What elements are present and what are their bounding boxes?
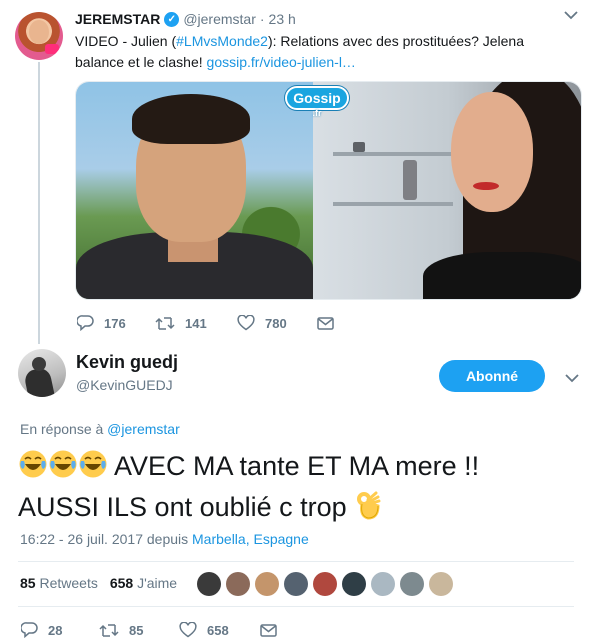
person-top (423, 252, 581, 299)
liker-avatars (197, 572, 453, 596)
divider (18, 561, 574, 562)
heart-icon (179, 622, 197, 638)
reply-prefix: En réponse à (20, 421, 108, 437)
author-handle[interactable]: @KevinGUEDJ (76, 377, 173, 393)
like-count: 780 (265, 315, 287, 331)
avatar-accessory (45, 44, 59, 54)
liker-avatar[interactable] (371, 572, 395, 596)
media-photo-left (76, 82, 313, 299)
following-button[interactable]: Abonné (439, 360, 545, 392)
tweet-text-line: AVEC MA tante ET MA mere !! (18, 448, 578, 489)
tweet-text-segment: AVEC MA tante ET MA mere !! (114, 451, 480, 481)
liker-avatar[interactable] (226, 572, 250, 596)
hashtag-link[interactable]: #LMvsMonde2 (176, 33, 268, 49)
face-with-tears-of-joy-emoji (18, 449, 48, 489)
location-link[interactable]: Marbella, Espagne (192, 531, 309, 547)
retweets-stat[interactable]: 85 Retweets (20, 575, 98, 591)
liker-avatar[interactable] (313, 572, 337, 596)
likes-stat-count: 658 (109, 575, 134, 591)
reply-icon (21, 622, 38, 638)
retweet-button[interactable]: 85 (99, 623, 179, 638)
shelf (333, 152, 453, 156)
liker-avatar[interactable] (342, 572, 366, 596)
article-link[interactable]: gossip.fr/video-julien-l… (207, 54, 356, 70)
likes-stat-label: J'aime (137, 575, 178, 591)
retweet-count: 141 (185, 315, 207, 331)
retweet-icon (99, 623, 119, 637)
liker-avatar[interactable] (400, 572, 424, 596)
verified-badge-icon: ✓ (164, 11, 180, 27)
envelope-icon (317, 316, 334, 330)
shelf (333, 202, 453, 206)
person-hair (132, 94, 250, 144)
author-handle[interactable]: @jeremstar (183, 11, 256, 27)
thread-connector-line (38, 62, 40, 344)
author-name[interactable]: JEREMSTAR (75, 11, 160, 27)
engagement-stats: 85 Retweets 658 J'aime (20, 575, 177, 591)
main-tweet-text: AVEC MA tante ET MA mere !! AUSSI ILS on… (18, 448, 578, 530)
avatar[interactable] (15, 12, 63, 60)
author-name[interactable]: Kevin guedj (76, 352, 178, 373)
retweet-icon (155, 316, 175, 330)
tweet-timestamp: 16:22 - 26 juil. 2017 depuis Marbella, E… (20, 531, 309, 547)
chevron-down-icon[interactable] (564, 10, 578, 20)
liker-avatar[interactable] (284, 572, 308, 596)
retweet-button[interactable]: 141 (155, 316, 237, 331)
retweets-stat-label: Retweets (39, 575, 98, 591)
liker-avatar[interactable] (197, 572, 221, 596)
reply-context: En réponse à @jeremstar (20, 421, 180, 437)
parent-tweet-text: VIDEO - Julien (#LMvsMonde2): Relations … (75, 31, 575, 73)
heart-icon (237, 315, 255, 331)
retweet-count: 85 (129, 622, 144, 638)
person-face (451, 92, 533, 212)
reply-button[interactable]: 176 (77, 315, 155, 331)
retweets-stat-count: 85 (20, 575, 36, 591)
direct-message-button[interactable] (260, 623, 277, 637)
chevron-down-icon[interactable] (565, 370, 579, 388)
gossip-logo: Gossip .fr (282, 86, 352, 126)
avatar-figure-head (32, 357, 46, 371)
gossip-logo-text: Gossip (285, 86, 349, 110)
likes-stat[interactable]: 658 J'aime (110, 575, 177, 591)
tweet-time[interactable]: 23 h (269, 11, 296, 27)
person-lips (473, 182, 499, 190)
divider (18, 606, 574, 607)
dot-separator: · (259, 11, 265, 27)
tweet-text-segment: AUSSI ILS ont oublié c trop (18, 492, 347, 522)
envelope-icon (260, 623, 277, 637)
parent-tweet-header: JEREMSTAR ✓ @jeremstar · 23 h (75, 11, 296, 27)
tweet-media-image[interactable]: Gossip .fr (75, 81, 582, 300)
reply-button[interactable]: 28 (21, 622, 99, 638)
face-with-tears-of-joy-emoji (78, 449, 108, 489)
liker-avatar[interactable] (429, 572, 453, 596)
like-button[interactable]: 658 (179, 622, 260, 638)
main-tweet-actions: 28 85 658 (21, 622, 277, 638)
tweet-text-line: AUSSI ILS ont oublié c trop (18, 489, 578, 530)
bottle (353, 142, 365, 152)
like-button[interactable]: 780 (237, 315, 317, 331)
face-with-tears-of-joy-emoji (48, 449, 78, 489)
reply-target-link[interactable]: @jeremstar (107, 421, 180, 437)
like-count: 658 (207, 622, 229, 638)
tweet-text-segment: VIDEO - Julien ( (75, 33, 177, 49)
reply-icon (77, 315, 94, 331)
bottle (403, 160, 417, 200)
timestamp-text[interactable]: 16:22 - 26 juil. 2017 depuis (20, 531, 192, 547)
media-photo-right (313, 82, 581, 299)
liker-avatar[interactable] (255, 572, 279, 596)
avatar-face (29, 20, 49, 44)
avatar-figure-body (23, 366, 55, 397)
gossip-logo-suffix: .fr (312, 108, 322, 118)
direct-message-button[interactable] (317, 316, 334, 330)
ok-hand-emoji (354, 490, 382, 530)
reply-count: 176 (104, 315, 126, 331)
reply-count: 28 (48, 622, 63, 638)
avatar[interactable] (18, 349, 66, 397)
parent-tweet-actions: 176 141 780 (77, 315, 334, 331)
